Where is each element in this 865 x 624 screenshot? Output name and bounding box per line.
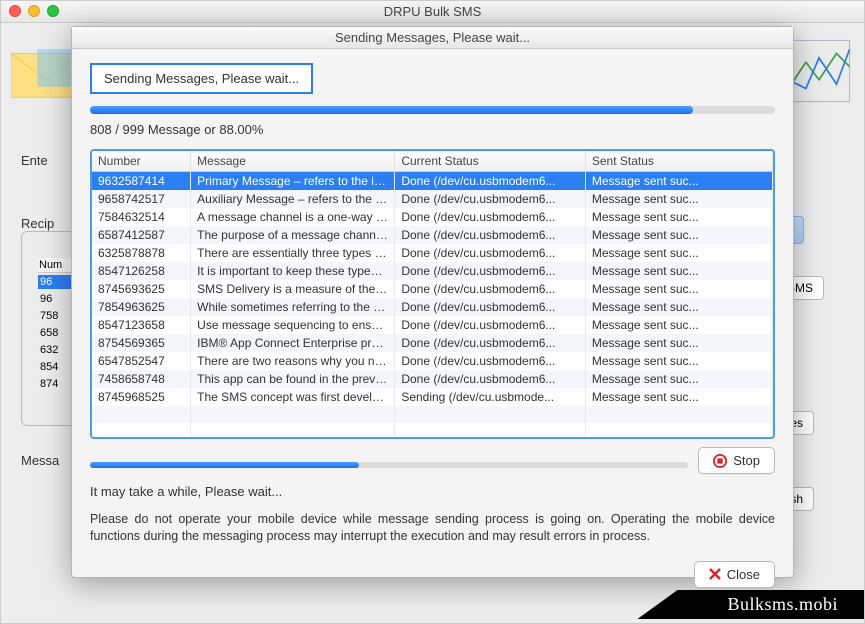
warning-text: Please do not operate your mobile device… <box>90 511 775 545</box>
messages-table: Number Message Current Status Sent Statu… <box>92 151 773 439</box>
messages-table-frame: Number Message Current Status Sent Statu… <box>90 149 775 439</box>
table-row[interactable]: 6587412587The purpose of a message chann… <box>92 226 773 244</box>
col-number[interactable]: Number <box>92 151 191 172</box>
dialog-title: Sending Messages, Please wait... <box>72 27 793 49</box>
chart-icon <box>784 36 854 106</box>
close-window-icon[interactable] <box>9 5 21 17</box>
window-controls <box>9 5 59 17</box>
enter-label: Ente <box>21 153 48 168</box>
col-sent-status[interactable]: Sent Status <box>585 151 772 172</box>
col-current-status[interactable]: Current Status <box>395 151 586 172</box>
table-row[interactable]: 8547123658Use message sequencing to ensu… <box>92 316 773 334</box>
table-row[interactable]: 9632587414Primary Message – refers to th… <box>92 172 773 191</box>
main-progress-bar <box>90 106 775 114</box>
stop-button[interactable]: Stop <box>698 447 775 474</box>
table-row[interactable]: 6325878878There are essentially three ty… <box>92 244 773 262</box>
close-icon <box>709 568 721 580</box>
message-label: Messa <box>21 453 59 468</box>
main-window: DRPU Bulk SMS Ente Recip Messa Num 96 96… <box>0 0 865 624</box>
table-row[interactable]: 6547852547There are two reasons why you … <box>92 352 773 370</box>
main-progress-fill <box>90 106 693 114</box>
recipients-label: Recip <box>21 216 54 231</box>
table-row[interactable]: 7584632514A message channel is a one-way… <box>92 208 773 226</box>
zoom-window-icon[interactable] <box>47 5 59 17</box>
progress-text: 808 / 999 Message or 88.00% <box>90 122 775 137</box>
num-header: Num <box>38 258 74 273</box>
minimize-window-icon[interactable] <box>28 5 40 17</box>
table-row[interactable]: 9658742517Auxiliary Message – refers to … <box>92 190 773 208</box>
table-row[interactable]: 8745968525The SMS concept was first deve… <box>92 388 773 406</box>
table-row[interactable]: 7458658748This app can be found in the p… <box>92 370 773 388</box>
recipients-table: Num 96 96 758 658 632 854 874 <box>36 256 76 394</box>
close-button[interactable]: Close <box>694 561 775 588</box>
sending-dialog: Sending Messages, Please wait... Sending… <box>71 26 794 578</box>
sending-badge: Sending Messages, Please wait... <box>90 63 313 94</box>
sub-progress-fill <box>90 462 359 468</box>
main-window-title: DRPU Bulk SMS <box>384 4 482 19</box>
col-message[interactable]: Message <box>191 151 395 172</box>
main-titlebar: DRPU Bulk SMS <box>1 1 864 23</box>
table-row[interactable]: 8547126258It is important to keep these … <box>92 262 773 280</box>
wait-text: It may take a while, Please wait... <box>90 484 775 499</box>
sub-progress-bar <box>90 462 688 468</box>
table-row[interactable]: 8745693625SMS Delivery is a measure of t… <box>92 280 773 298</box>
table-row[interactable]: 8754569365IBM® App Connect Enterprise pr… <box>92 334 773 352</box>
stop-icon <box>713 454 727 468</box>
table-row[interactable]: 7854963625While sometimes referring to t… <box>92 298 773 316</box>
